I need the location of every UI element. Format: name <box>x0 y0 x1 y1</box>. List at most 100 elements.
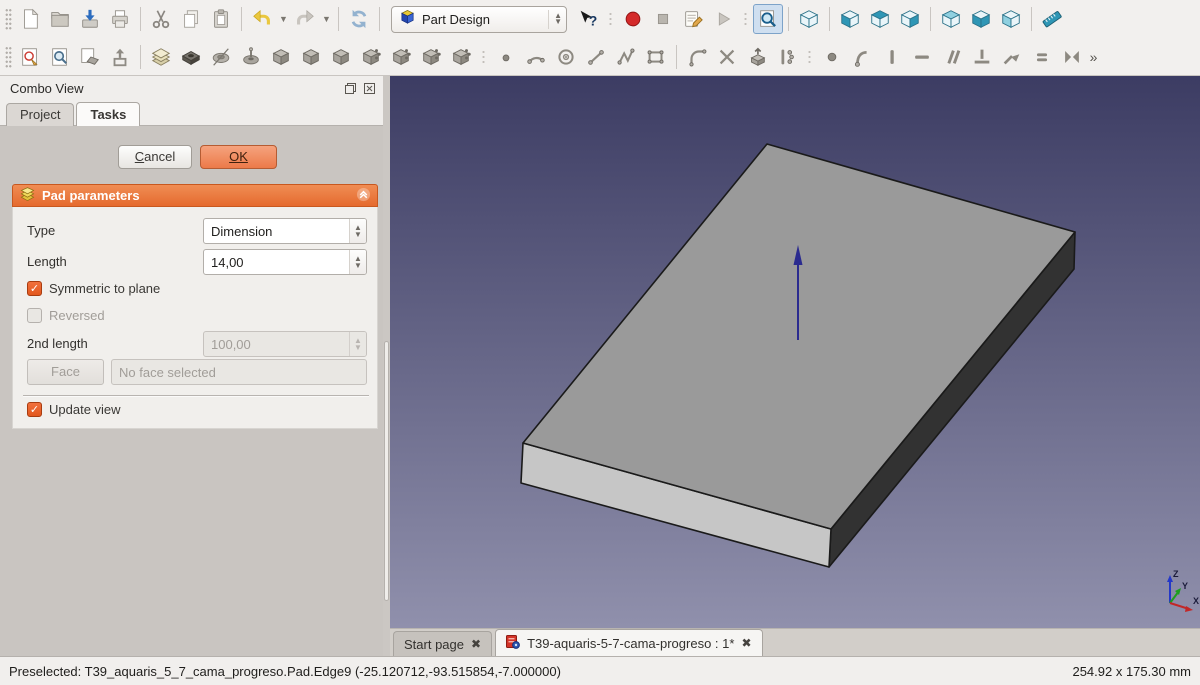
constraint-symmetric-icon[interactable] <box>1057 42 1087 72</box>
workbench-selector[interactable]: Part Design ▲▼ <box>391 6 567 33</box>
status-message: Preselected: T39_aquaris_5_7_cama_progre… <box>9 664 1072 679</box>
whats-this-icon[interactable]: ? <box>573 4 603 34</box>
pocket-icon[interactable] <box>176 42 206 72</box>
tab-document[interactable]: T39-aquaris-5-7-cama-progreso : 1* ✖ <box>495 629 762 656</box>
view-isometric-icon[interactable] <box>794 4 824 34</box>
paste-icon[interactable] <box>206 4 236 34</box>
tab-start-page[interactable]: Start page ✖ <box>393 631 492 656</box>
refresh-icon[interactable] <box>344 4 374 34</box>
macro-play-icon[interactable] <box>708 4 738 34</box>
revolution-icon[interactable] <box>206 42 236 72</box>
toolbar-separator <box>241 7 242 31</box>
type-label: Type <box>27 223 55 238</box>
toolbar-group-separator <box>480 48 487 66</box>
view-rear-icon[interactable] <box>936 4 966 34</box>
macro-edit-icon[interactable] <box>678 4 708 34</box>
undo-history-caret[interactable]: ▼ <box>277 4 290 34</box>
geo-arc-icon[interactable] <box>521 42 551 72</box>
undo-icon[interactable] <box>247 4 277 34</box>
cut-icon[interactable] <box>146 4 176 34</box>
pad-parameters-title: Pad parameters <box>42 188 356 203</box>
constraint-point-on-object-icon[interactable] <box>847 42 877 72</box>
workbench-selector-value: Part Design <box>422 12 542 27</box>
sketch-new-icon[interactable] <box>15 42 45 72</box>
pad-parameters-body: Type Dimension ▲▼ Length 14,00 ▲▼ ✓ Symm… <box>12 207 378 429</box>
toolbar-overflow[interactable]: » <box>1087 42 1100 72</box>
trim-edge-icon[interactable] <box>712 42 742 72</box>
geo-line-icon[interactable] <box>581 42 611 72</box>
sketch-map-to-face-icon[interactable] <box>75 42 105 72</box>
pattern-polar-icon[interactable] <box>416 42 446 72</box>
fit-all-icon[interactable] <box>753 4 783 34</box>
cancel-button[interactable]: Cancel <box>118 145 192 169</box>
carbon-copy-icon[interactable] <box>772 42 802 72</box>
pattern-linear-icon[interactable] <box>386 42 416 72</box>
update-view-checkbox[interactable]: ✓ Update view <box>27 402 121 417</box>
splitter-handle[interactable] <box>384 341 389 601</box>
constraint-perpendicular-icon[interactable] <box>967 42 997 72</box>
constraint-equal-icon[interactable] <box>1027 42 1057 72</box>
constraint-tangent-icon[interactable] <box>997 42 1027 72</box>
toolbar-drag-handle[interactable] <box>5 8 12 30</box>
combo-view-panel: Combo View Project Tasks Cancel OK <box>0 76 383 656</box>
tab-project[interactable]: Project <box>6 103 74 126</box>
external-geometry-icon[interactable] <box>742 42 772 72</box>
draft-icon[interactable] <box>326 42 356 72</box>
sketch-leave-icon[interactable] <box>105 42 135 72</box>
length-label: Length <box>27 254 67 269</box>
close-tab-icon[interactable]: ✖ <box>471 637 481 651</box>
tab-tasks[interactable]: Tasks <box>76 102 140 126</box>
toolbar-separator <box>829 7 830 31</box>
type-select[interactable]: Dimension ▲▼ <box>203 218 367 244</box>
panel-float-icon[interactable] <box>343 81 358 96</box>
constraint-horizontal-icon[interactable] <box>907 42 937 72</box>
toolbar-drag-handle[interactable] <box>5 46 12 68</box>
view-bottom-icon[interactable] <box>966 4 996 34</box>
checkbox-unchecked-icon <box>27 308 42 323</box>
multitransform-icon[interactable] <box>446 42 476 72</box>
toolbar-separator <box>1031 7 1032 31</box>
sketch-view-icon[interactable] <box>45 42 75 72</box>
pad-parameters-header[interactable]: Pad parameters <box>12 184 378 207</box>
ok-button[interactable]: OK <box>200 145 277 169</box>
constraint-parallel-icon[interactable] <box>937 42 967 72</box>
sketch-fillet-icon[interactable] <box>682 42 712 72</box>
workbench-selector-arrows[interactable]: ▲▼ <box>548 10 562 29</box>
view-left-icon[interactable] <box>996 4 1026 34</box>
symmetric-to-plane-checkbox[interactable]: ✓ Symmetric to plane <box>27 281 160 296</box>
groove-icon[interactable] <box>236 42 266 72</box>
measure-distance-icon[interactable] <box>1037 4 1067 34</box>
panel-close-icon[interactable] <box>362 81 377 96</box>
geo-rectangle-icon[interactable] <box>641 42 671 72</box>
open-document-icon[interactable] <box>45 4 75 34</box>
constraint-coincident-icon[interactable] <box>817 42 847 72</box>
length-spinner[interactable]: ▲▼ <box>349 250 366 274</box>
redo-history-caret[interactable]: ▼ <box>320 4 333 34</box>
panel-splitter[interactable] <box>383 76 390 656</box>
close-tab-icon[interactable]: ✖ <box>741 636 751 650</box>
copy-icon[interactable] <box>176 4 206 34</box>
macro-stop-icon[interactable] <box>648 4 678 34</box>
toolbar-group-separator <box>607 10 614 28</box>
checkbox-checked-icon: ✓ <box>27 281 42 296</box>
fillet-icon[interactable] <box>266 42 296 72</box>
new-document-icon[interactable] <box>15 4 45 34</box>
view-top-icon[interactable] <box>865 4 895 34</box>
view-right-icon[interactable] <box>895 4 925 34</box>
geo-circle-icon[interactable] <box>551 42 581 72</box>
save-document-icon[interactable] <box>75 4 105 34</box>
chamfer-icon[interactable] <box>296 42 326 72</box>
pattern-mirrored-icon[interactable] <box>356 42 386 72</box>
view-front-icon[interactable] <box>835 4 865 34</box>
3d-viewport[interactable]: Z Y X <box>390 76 1200 628</box>
length-input[interactable]: 14,00 ▲▼ <box>203 249 367 275</box>
type-select-arrows[interactable]: ▲▼ <box>349 219 366 243</box>
collapse-section-icon[interactable] <box>356 187 371 205</box>
geo-polyline-icon[interactable] <box>611 42 641 72</box>
pad-icon[interactable] <box>146 42 176 72</box>
geo-point-icon[interactable] <box>491 42 521 72</box>
macro-record-icon[interactable] <box>618 4 648 34</box>
constraint-vertical-icon[interactable] <box>877 42 907 72</box>
redo-icon[interactable] <box>290 4 320 34</box>
print-icon[interactable] <box>105 4 135 34</box>
